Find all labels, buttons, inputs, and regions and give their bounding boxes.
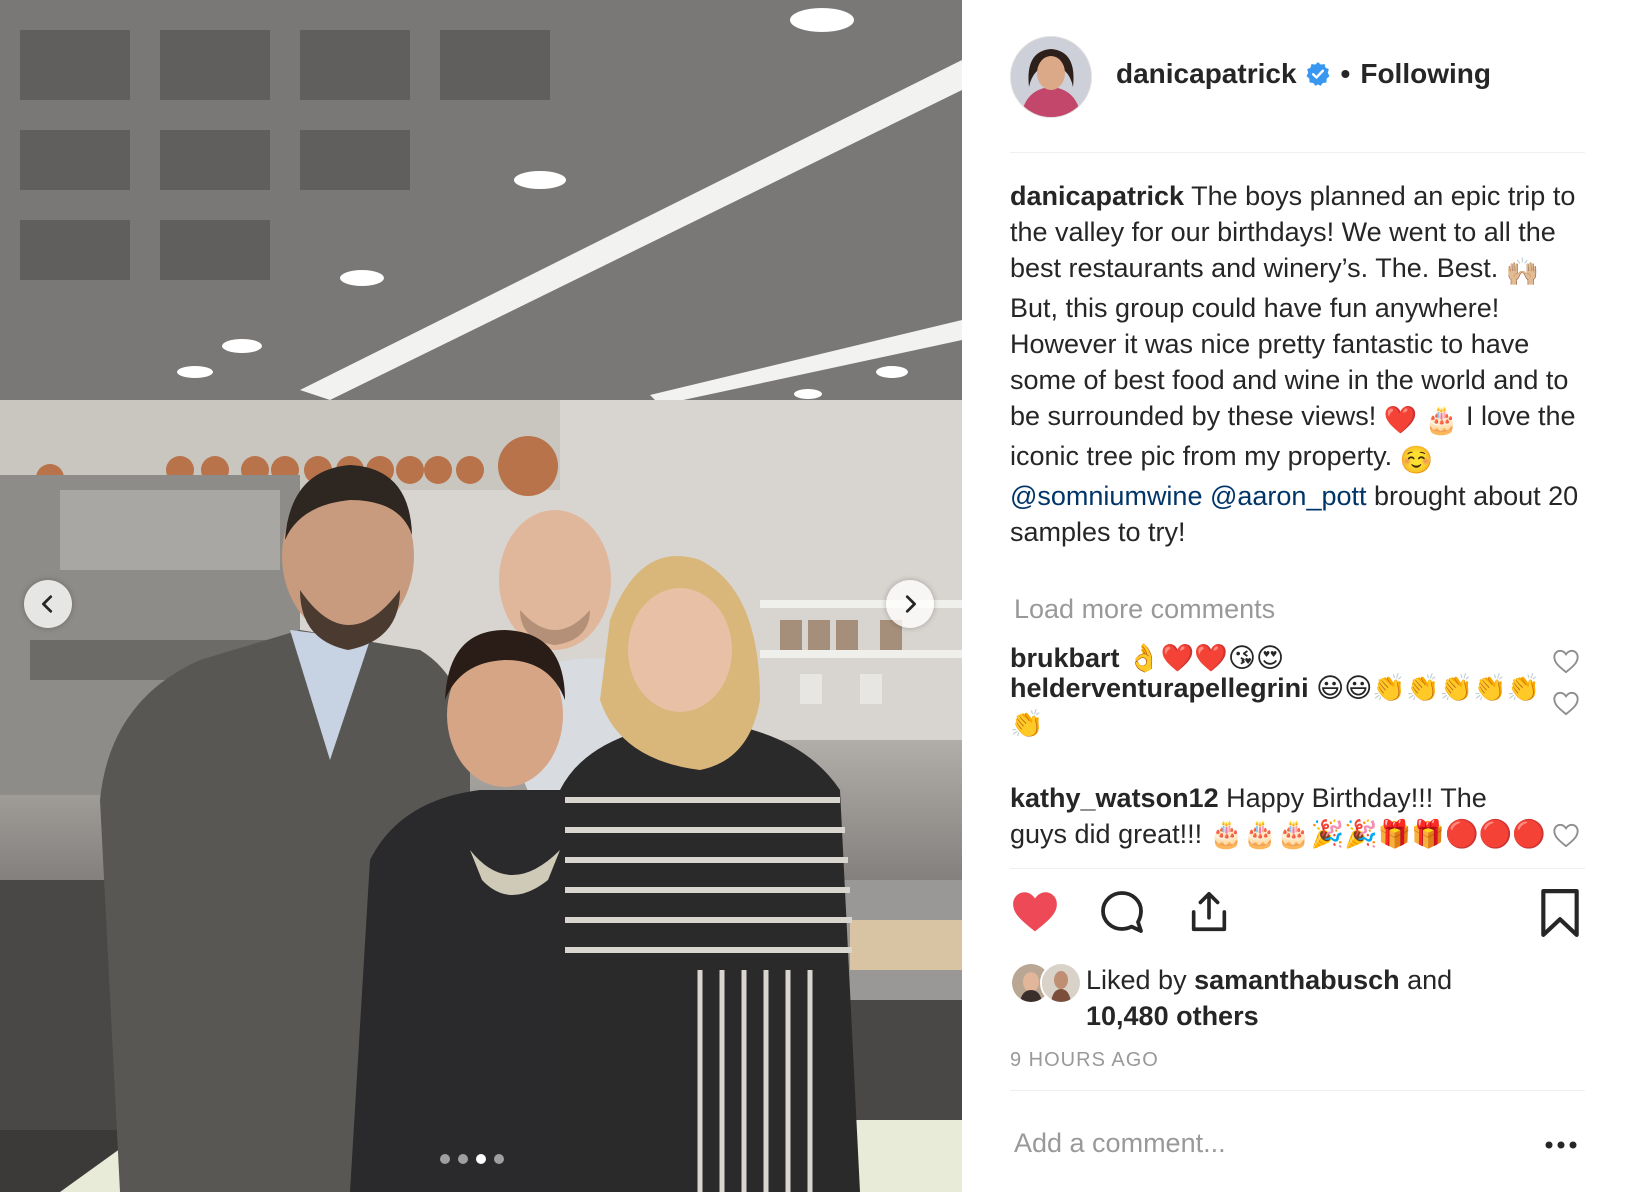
likes-text: Liked by samanthabusch and 10,480 others [1086, 962, 1452, 1034]
likes-prefix: Liked by [1086, 965, 1195, 995]
post-timestamp[interactable]: 9 HOURS AGO [1010, 1049, 1159, 1072]
likes-middle: and [1399, 965, 1453, 995]
likes-summary: Liked by samanthabusch and 10,480 others [1010, 962, 1452, 1034]
comments-list: brukbart 👌❤️❤️😘😍 helderventurapellegrini… [962, 640, 1626, 862]
like-button[interactable] [1010, 888, 1060, 934]
liker-avatar [1040, 962, 1082, 1004]
load-more-comments-button[interactable]: Load more comments [1014, 594, 1275, 625]
post-photo[interactable] [0, 0, 962, 1192]
comment-item: helderventurapellegrini 😃😃👏👏👏👏👏👏 [1010, 670, 1550, 742]
post-details-panel: danicapatrick • Following danicapatrick … [962, 0, 1626, 1192]
carousel-dot [458, 1154, 468, 1164]
post-header: danicapatrick • Following [1010, 36, 1585, 153]
post-caption: danicapatrick The boys planned an epic t… [1010, 178, 1590, 550]
likes-count-link[interactable]: 10,480 others [1086, 1001, 1259, 1031]
save-button[interactable] [1538, 888, 1582, 938]
carousel-dot-active [476, 1154, 486, 1164]
caption-username-link[interactable]: danicapatrick [1010, 181, 1184, 211]
mention-link[interactable]: @aaron_pott [1210, 481, 1367, 511]
share-button[interactable] [1186, 888, 1232, 936]
next-photo-button[interactable] [886, 580, 934, 628]
more-horizontal-icon[interactable] [1544, 1140, 1578, 1150]
author-avatar[interactable] [1010, 36, 1092, 118]
comment-like-heart-icon[interactable] [1552, 822, 1580, 848]
speech-bubble-icon [1101, 891, 1143, 933]
actions-divider [1010, 868, 1585, 869]
comment-text: 👌❤️❤️😘😍 [1127, 643, 1285, 673]
chevron-right-icon [905, 595, 916, 613]
mention-link[interactable]: @somniumwine [1010, 481, 1202, 511]
smiling-emoji: ☺️ [1399, 445, 1434, 475]
kitchen-scene-image [0, 0, 962, 1192]
liker-avatars [1010, 962, 1086, 1004]
bookmark-icon [1541, 889, 1579, 937]
header-separator: • [1340, 58, 1351, 89]
liker-username-link[interactable]: samanthabusch [1194, 965, 1400, 995]
comment-username-link[interactable]: brukbart [1010, 643, 1120, 673]
add-comment-input[interactable]: Add a comment... [1014, 1128, 1226, 1159]
post-actions-bar [1010, 888, 1585, 948]
carousel-dot [494, 1154, 504, 1164]
liker-avatar-image [1042, 964, 1080, 1002]
author-username-link[interactable]: danicapatrick [1116, 58, 1297, 90]
comment-username-link[interactable]: kathy_watson12 [1010, 783, 1219, 813]
heart-filled-icon [1013, 892, 1057, 932]
raised-hands-emoji: 🙌🏼 [1505, 257, 1540, 287]
chevron-left-icon [42, 595, 53, 613]
comment-box-divider [1010, 1090, 1585, 1091]
comment-item: kathy_watson12 Happy Birthday!!! The guy… [1010, 780, 1550, 852]
heart-cake-emoji: ❤️ 🎂 [1383, 405, 1459, 435]
author-avatar-image [1011, 37, 1091, 117]
verified-badge-icon [1306, 62, 1330, 86]
comment-like-heart-icon[interactable] [1552, 648, 1580, 674]
carousel-indicator [440, 1154, 504, 1164]
carousel-dot [440, 1154, 450, 1164]
comment-button[interactable] [1098, 888, 1146, 936]
comment-username-link[interactable]: helderventurapellegrini [1010, 673, 1309, 703]
following-button[interactable]: Following [1360, 58, 1491, 90]
previous-photo-button[interactable] [24, 580, 72, 628]
comment-like-heart-icon[interactable] [1552, 690, 1580, 716]
share-upload-icon [1191, 891, 1227, 932]
